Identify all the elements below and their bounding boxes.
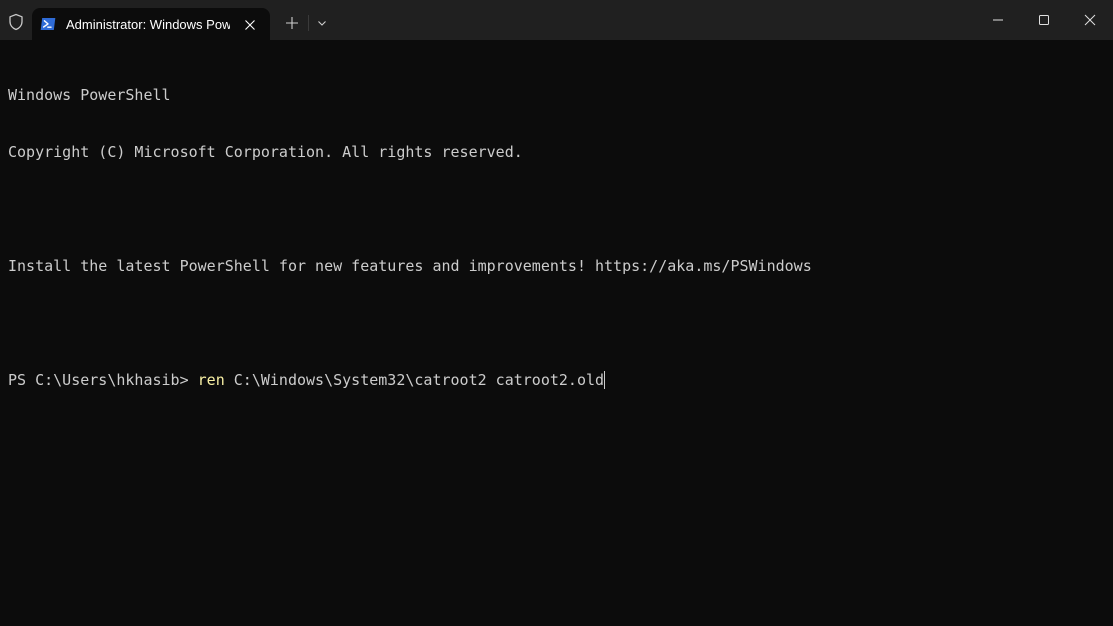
prompt: PS C:\Users\hkhasib>: [8, 371, 198, 389]
banner-title: Windows PowerShell: [8, 86, 171, 104]
tab-separator: [308, 15, 309, 31]
plus-icon: [286, 17, 298, 29]
command-arguments: C:\Windows\System32\catroot2 catroot2.ol…: [224, 371, 605, 389]
tab-dropdown-button[interactable]: [311, 12, 333, 34]
shield-icon: [6, 12, 26, 32]
text-cursor: [604, 371, 606, 389]
maximize-icon: [1039, 15, 1049, 25]
install-message: Install the latest PowerShell for new fe…: [8, 257, 812, 275]
terminal-output[interactable]: Windows PowerShell Copyright (C) Microso…: [8, 48, 1104, 618]
tab-powershell[interactable]: Administrator: Windows PowerShell: [32, 8, 270, 40]
tab-title: Administrator: Windows PowerShell: [66, 17, 230, 32]
chevron-down-icon: [318, 21, 326, 26]
powershell-icon: [40, 16, 56, 32]
title-bar: Administrator: Windows PowerShell: [0, 0, 1113, 40]
close-icon: [1084, 14, 1096, 26]
minimize-icon: [993, 19, 1003, 21]
close-tab-icon[interactable]: [241, 16, 259, 34]
banner-copyright: Copyright (C) Microsoft Corporation. All…: [8, 143, 523, 161]
terminal-window: Administrator: Windows PowerShell: [0, 0, 1113, 626]
maximize-button[interactable]: [1021, 0, 1067, 40]
command-name: ren: [197, 371, 225, 389]
new-tab-button[interactable]: [280, 12, 304, 34]
minimize-button[interactable]: [975, 0, 1021, 40]
command-line[interactable]: PS C:\Users\hkhasib> ren C:\Windows\Syst…: [8, 371, 1104, 390]
close-window-button[interactable]: [1067, 0, 1113, 40]
